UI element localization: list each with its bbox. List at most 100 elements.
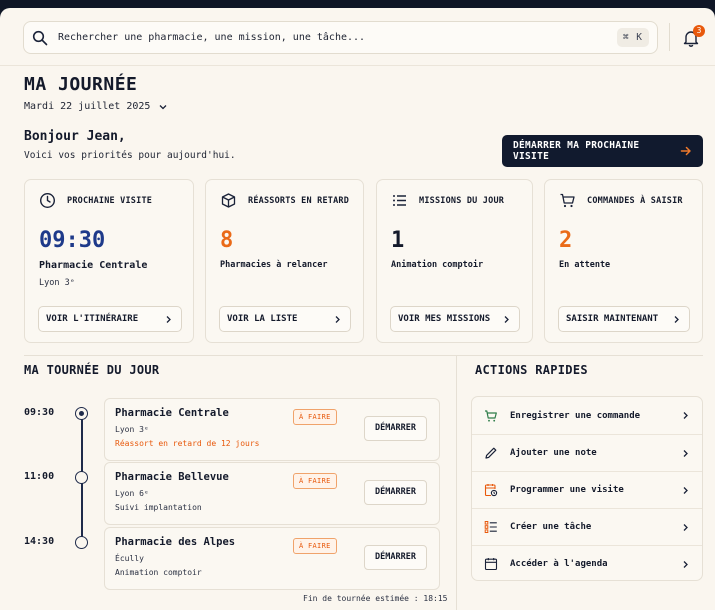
start-next-visit-button[interactable]: DÉMARRER MA PROCHAINE VISITE bbox=[502, 135, 703, 167]
quick-action-label: Enregistrer une commande bbox=[510, 410, 641, 421]
chevron-right-icon bbox=[166, 315, 171, 323]
chevron-right-icon bbox=[683, 412, 688, 419]
visit-time: 14:30 bbox=[24, 536, 55, 547]
chevron-right-icon bbox=[683, 449, 688, 457]
card-missions: MISSIONS DU JOUR 1 Animation comptoir VO… bbox=[376, 179, 533, 343]
search-icon bbox=[32, 30, 48, 45]
card-value: 2 bbox=[559, 228, 573, 253]
card-description: Animation comptoir bbox=[391, 260, 484, 270]
visit-name: Pharmacie Centrale bbox=[115, 407, 229, 419]
start-visit-button[interactable]: DÉMARRER bbox=[364, 545, 427, 570]
app-window: Rechercher une pharmacie, une mission, u… bbox=[0, 8, 715, 610]
chevron-right-icon bbox=[674, 315, 679, 323]
card-late-restock: RÉASSORTS EN RETARD 8 Pharmacies à relan… bbox=[205, 179, 364, 343]
card-label: PROCHAINE VISITE bbox=[67, 195, 153, 206]
visit-city: Écully bbox=[115, 554, 144, 563]
cta-label: DÉMARRER MA PROCHAINE VISITE bbox=[513, 140, 640, 162]
cart-icon bbox=[560, 193, 575, 208]
chevron-down-icon bbox=[159, 104, 167, 109]
visit-note: Suivi implantation bbox=[115, 503, 202, 512]
tour-title: MA TOURNÉE DU JOUR bbox=[24, 363, 160, 377]
quick-action-task[interactable]: Créer une tâche bbox=[472, 508, 702, 545]
button-label: VOIR LA LISTE bbox=[227, 314, 298, 324]
start-visit-button[interactable]: DÉMARRER bbox=[364, 480, 427, 505]
list-icon bbox=[393, 195, 406, 206]
visit-warning: Réassort en retard de 12 jours bbox=[115, 439, 260, 448]
card-next-visit: PROCHAINE VISITE 09:30 Pharmacie Central… bbox=[24, 179, 194, 343]
visit-name: Pharmacie des Alpes bbox=[115, 536, 236, 548]
view-list-button[interactable]: VOIR LA LISTE bbox=[219, 306, 351, 332]
notification-badge: 3 bbox=[693, 25, 705, 37]
card-city: Lyon 3ᵉ bbox=[39, 278, 75, 288]
calendar-icon bbox=[484, 558, 498, 571]
visit-time: 11:00 bbox=[24, 471, 55, 482]
quick-action-order[interactable]: Enregistrer une commande bbox=[472, 397, 702, 434]
pencil-icon bbox=[485, 447, 497, 459]
search-bar[interactable]: Rechercher une pharmacie, une mission, u… bbox=[23, 21, 658, 54]
chevron-right-icon bbox=[504, 315, 509, 323]
search-shortcut: ⌘ K bbox=[616, 28, 649, 47]
card-label: COMMANDES À SAISIR bbox=[587, 195, 683, 206]
button-label: VOIR L'ITINÉRAIRE bbox=[46, 314, 139, 324]
timeline-dot bbox=[75, 536, 88, 549]
divider bbox=[669, 23, 670, 51]
quick-action-label: Créer une tâche bbox=[510, 522, 592, 532]
visit-city: Lyon 6ᵉ bbox=[115, 489, 149, 498]
checklist-icon bbox=[484, 521, 497, 533]
chevron-right-icon bbox=[683, 523, 688, 531]
quick-action-schedule-visit[interactable]: Programmer une visite bbox=[472, 471, 702, 508]
visit-name: Pharmacie Bellevue bbox=[115, 471, 229, 483]
card-description: Pharmacies à relancer bbox=[220, 260, 328, 270]
view-itinerary-button[interactable]: VOIR L'ITINÉRAIRE bbox=[38, 306, 182, 332]
visit-card: Pharmacie Bellevue Lyon 6ᵉ Suivi implant… bbox=[104, 462, 440, 525]
search-placeholder[interactable]: Rechercher une pharmacie, une mission, u… bbox=[58, 32, 617, 43]
timeline-dot-active bbox=[75, 407, 88, 420]
quick-action-agenda[interactable]: Accéder à l'agenda bbox=[472, 545, 702, 582]
button-label: SAISIR MAINTENANT bbox=[566, 314, 659, 324]
visit-note: Animation comptoir bbox=[115, 568, 202, 577]
status-badge: À FAIRE bbox=[293, 538, 337, 554]
visit-card: Pharmacie Centrale Lyon 3ᵉ Réassort en r… bbox=[104, 398, 440, 461]
card-orders: COMMANDES À SAISIR 2 En attente SAISIR M… bbox=[544, 179, 703, 343]
card-label: RÉASSORTS EN RETARD bbox=[248, 195, 350, 206]
status-badge: À FAIRE bbox=[293, 473, 337, 489]
card-value: 8 bbox=[220, 228, 234, 253]
quick-action-label: Programmer une visite bbox=[510, 485, 624, 495]
view-missions-button[interactable]: VOIR MES MISSIONS bbox=[390, 306, 520, 332]
visit-city: Lyon 3ᵉ bbox=[115, 425, 149, 434]
card-value: 1 bbox=[391, 228, 405, 253]
date-label: Mardi 22 juillet 2025 bbox=[24, 101, 151, 112]
card-pharmacy-name: Pharmacie Centrale bbox=[39, 260, 148, 271]
timeline-dot bbox=[75, 471, 88, 484]
calendar-clock-icon bbox=[484, 484, 498, 497]
top-bar: Rechercher une pharmacie, une mission, u… bbox=[0, 8, 715, 66]
tour-end-estimate: Fin de tournée estimée : 18:15 bbox=[303, 594, 448, 603]
visit-time: 09:30 bbox=[24, 407, 55, 418]
chevron-right-icon bbox=[335, 315, 340, 323]
status-badge: À FAIRE bbox=[293, 409, 337, 425]
visit-card: Pharmacie des Alpes Écully Animation com… bbox=[104, 527, 440, 590]
date-selector[interactable]: Mardi 22 juillet 2025 bbox=[24, 101, 168, 112]
section-divider bbox=[24, 355, 703, 356]
quick-actions-title: ACTIONS RAPIDES bbox=[475, 363, 588, 377]
card-description: En attente bbox=[559, 260, 611, 270]
box-icon bbox=[221, 193, 236, 208]
cart-icon bbox=[485, 409, 497, 422]
quick-action-note[interactable]: Ajouter une note bbox=[472, 434, 702, 471]
arrow-right-icon bbox=[680, 146, 692, 156]
page-title: MA JOURNÉE bbox=[24, 74, 138, 95]
chevron-right-icon bbox=[683, 486, 688, 494]
enter-now-button[interactable]: SAISIR MAINTENANT bbox=[558, 306, 690, 332]
quick-action-label: Accéder à l'agenda bbox=[510, 559, 608, 569]
card-label: MISSIONS DU JOUR bbox=[419, 195, 505, 206]
clock-icon bbox=[39, 192, 56, 209]
greeting: Bonjour Jean, bbox=[24, 129, 126, 144]
button-label: VOIR MES MISSIONS bbox=[398, 314, 491, 324]
chevron-right-icon bbox=[683, 560, 688, 568]
card-value: 09:30 bbox=[39, 228, 106, 253]
quick-actions-list: Enregistrer une commande Ajouter une not… bbox=[471, 396, 703, 581]
column-divider bbox=[456, 356, 457, 610]
start-visit-button[interactable]: DÉMARRER bbox=[364, 416, 427, 441]
quick-action-label: Ajouter une note bbox=[510, 448, 597, 458]
greeting-subtitle: Voici vos priorités pour aujourd'hui. bbox=[24, 150, 236, 161]
